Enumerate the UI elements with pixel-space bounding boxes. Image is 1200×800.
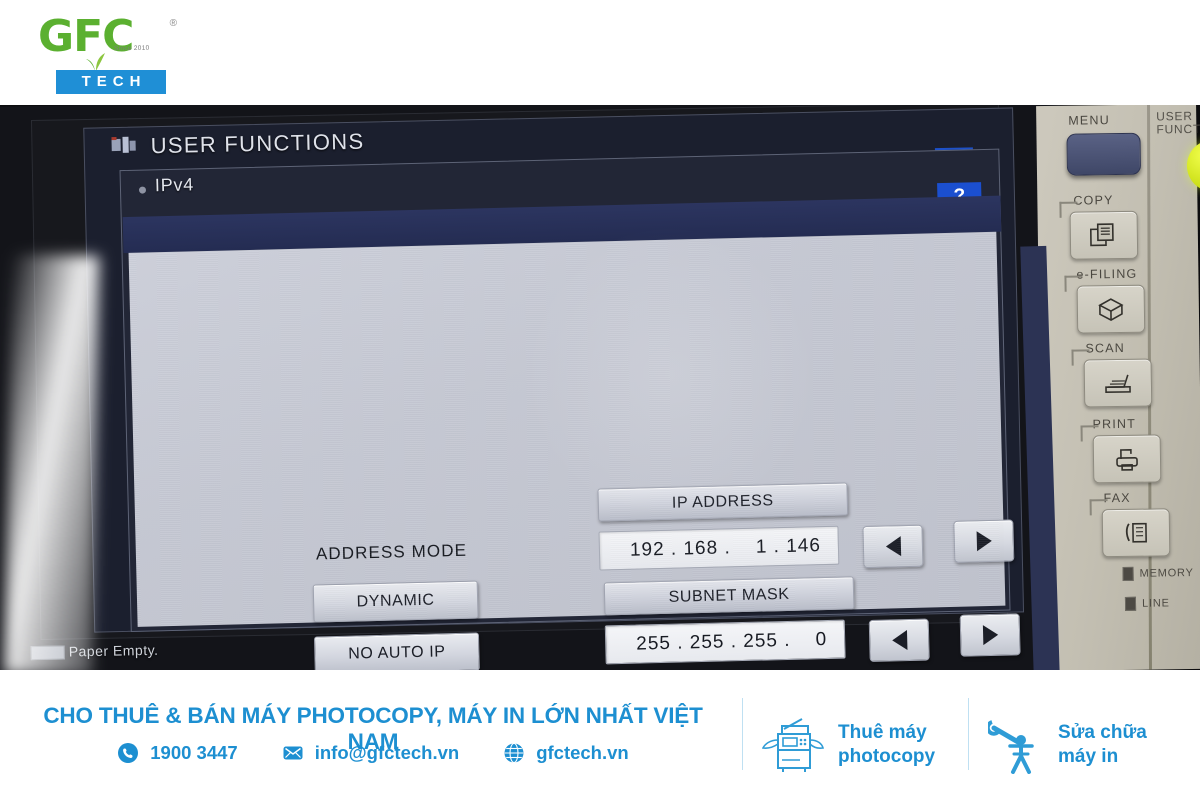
copy-key-label: COPY bbox=[1073, 193, 1114, 208]
paper-empty-status: Paper Empty. bbox=[68, 641, 159, 660]
footer-contact-phone[interactable]: 1900 3447 bbox=[117, 742, 238, 764]
paper-empty-icon bbox=[30, 645, 65, 661]
ipv4-dialog: IPv4 ? ADDRESS MODE DYNAMIC NO AUTO IP S… bbox=[119, 148, 1021, 670]
mail-icon bbox=[283, 746, 303, 760]
photocopier-icon bbox=[762, 718, 824, 772]
wrench-worker-icon bbox=[988, 720, 1034, 774]
footer-email-text: info@gfctech.vn bbox=[314, 742, 460, 763]
ipv4-settings-panel: ADDRESS MODE DYNAMIC NO AUTO IP STATIC I… bbox=[128, 231, 1021, 670]
address-mode-label: ADDRESS MODE bbox=[315, 540, 468, 564]
subnet-mask-value[interactable]: 255 . 255 . 255 . 0 bbox=[604, 619, 846, 665]
line-led-label: LINE bbox=[1141, 597, 1170, 610]
leaf-icon bbox=[86, 53, 105, 71]
subnet-mask-label-button[interactable]: SUBNET MASK bbox=[603, 576, 855, 616]
footer-contacts: 1900 3447 info@gfctech.vn gfctech.vn bbox=[28, 742, 718, 764]
menu-key-label: MENU bbox=[1068, 113, 1110, 128]
subnet-mask-next-octet-button[interactable] bbox=[959, 613, 1021, 657]
touchscreen-bezel-inner: USER FUNCTIONS ? IPv4 ? ADDRESS MODE DYN… bbox=[30, 105, 1025, 670]
footer-service-repair[interactable]: Sửa chữa máy in bbox=[988, 716, 1147, 774]
print-button[interactable] bbox=[1092, 434, 1162, 484]
logo-since-text: Since 2010 bbox=[113, 44, 150, 53]
ip-address-label-button[interactable]: IP ADDRESS bbox=[597, 482, 849, 522]
user-functions-key-label: USER FUNCTIONS bbox=[1156, 108, 1200, 137]
registered-trademark-icon: ® bbox=[169, 18, 177, 29]
footer-repair-line2: máy in bbox=[1058, 746, 1119, 767]
scan-button[interactable] bbox=[1083, 358, 1153, 408]
fax-button[interactable] bbox=[1101, 508, 1171, 558]
footer-website-text: gfctech.vn bbox=[536, 742, 629, 763]
site-footer: CHO THUÊ & BÁN MÁY PHOTOCOPY, MÁY IN LỚN… bbox=[0, 670, 1200, 800]
ip-address-value[interactable]: 192 . 168 . 1 . 146 bbox=[598, 525, 840, 571]
footer-rental-line1: Thuê máy bbox=[838, 722, 927, 743]
copy-button[interactable] bbox=[1069, 210, 1139, 260]
user-functions-title: USER FUNCTIONS bbox=[150, 128, 365, 159]
site-header: GFC ® Since 2010 TECH bbox=[0, 0, 1200, 105]
memory-led-label: MEMORY bbox=[1139, 566, 1194, 580]
device-photo: USER FUNCTIONS ? IPv4 ? ADDRESS MODE DYN… bbox=[0, 105, 1200, 670]
efiling-icon bbox=[1098, 298, 1124, 322]
scan-icon bbox=[1105, 374, 1131, 394]
ipv4-dialog-title: IPv4 bbox=[154, 174, 195, 196]
page-root: GFC ® Since 2010 TECH USER FUNCTIONS IPv… bbox=[0, 0, 1200, 800]
footer-contact-email[interactable]: info@gfctech.vn bbox=[282, 742, 459, 764]
footer-divider-2 bbox=[968, 698, 969, 770]
efiling-key-label: e-FILING bbox=[1076, 266, 1138, 282]
footer-contact-website[interactable]: gfctech.vn bbox=[503, 742, 629, 764]
copy-icon bbox=[1089, 223, 1114, 247]
print-icon bbox=[1116, 449, 1138, 471]
dialog-bullet-icon bbox=[138, 186, 147, 194]
footer-rental-line2: photocopy bbox=[838, 746, 936, 767]
user-functions-icon bbox=[111, 136, 136, 153]
printer-bezel: USER FUNCTIONS ? IPv4 ? ADDRESS MODE DYN… bbox=[0, 105, 1071, 670]
address-mode-dynamic-button[interactable]: DYNAMIC bbox=[312, 580, 479, 623]
footer-repair-line1: Sửa chữa bbox=[1058, 722, 1147, 743]
scan-key-label: SCAN bbox=[1085, 340, 1126, 356]
fax-icon bbox=[1125, 522, 1147, 543]
menu-button[interactable] bbox=[1066, 132, 1142, 176]
print-key-label: PRINT bbox=[1092, 416, 1137, 432]
footer-divider-1 bbox=[742, 698, 743, 770]
ip-address-prev-octet-button[interactable] bbox=[862, 524, 924, 569]
logo-tech-banner: TECH bbox=[56, 70, 166, 94]
hardware-control-panel: USER FUNCTIONS MENU COPY e-FILING SCAN P… bbox=[1020, 105, 1200, 670]
memory-led-icon bbox=[1122, 566, 1134, 581]
globe-icon bbox=[504, 742, 524, 764]
subnet-mask-prev-octet-button[interactable] bbox=[868, 618, 930, 662]
phone-icon bbox=[118, 743, 139, 763]
gfc-tech-logo: GFC ® Since 2010 TECH bbox=[38, 14, 177, 94]
line-led-icon bbox=[1124, 596, 1137, 611]
footer-phone-text: 1900 3447 bbox=[150, 742, 238, 763]
footer-service-rental[interactable]: Thuê máy photocopy bbox=[762, 716, 935, 774]
ip-address-next-octet-button[interactable] bbox=[953, 519, 1015, 563]
address-mode-no-auto-ip-button[interactable]: NO AUTO IP bbox=[313, 632, 480, 670]
user-functions-lamp-button[interactable] bbox=[1186, 139, 1200, 193]
efiling-button[interactable] bbox=[1076, 284, 1146, 334]
